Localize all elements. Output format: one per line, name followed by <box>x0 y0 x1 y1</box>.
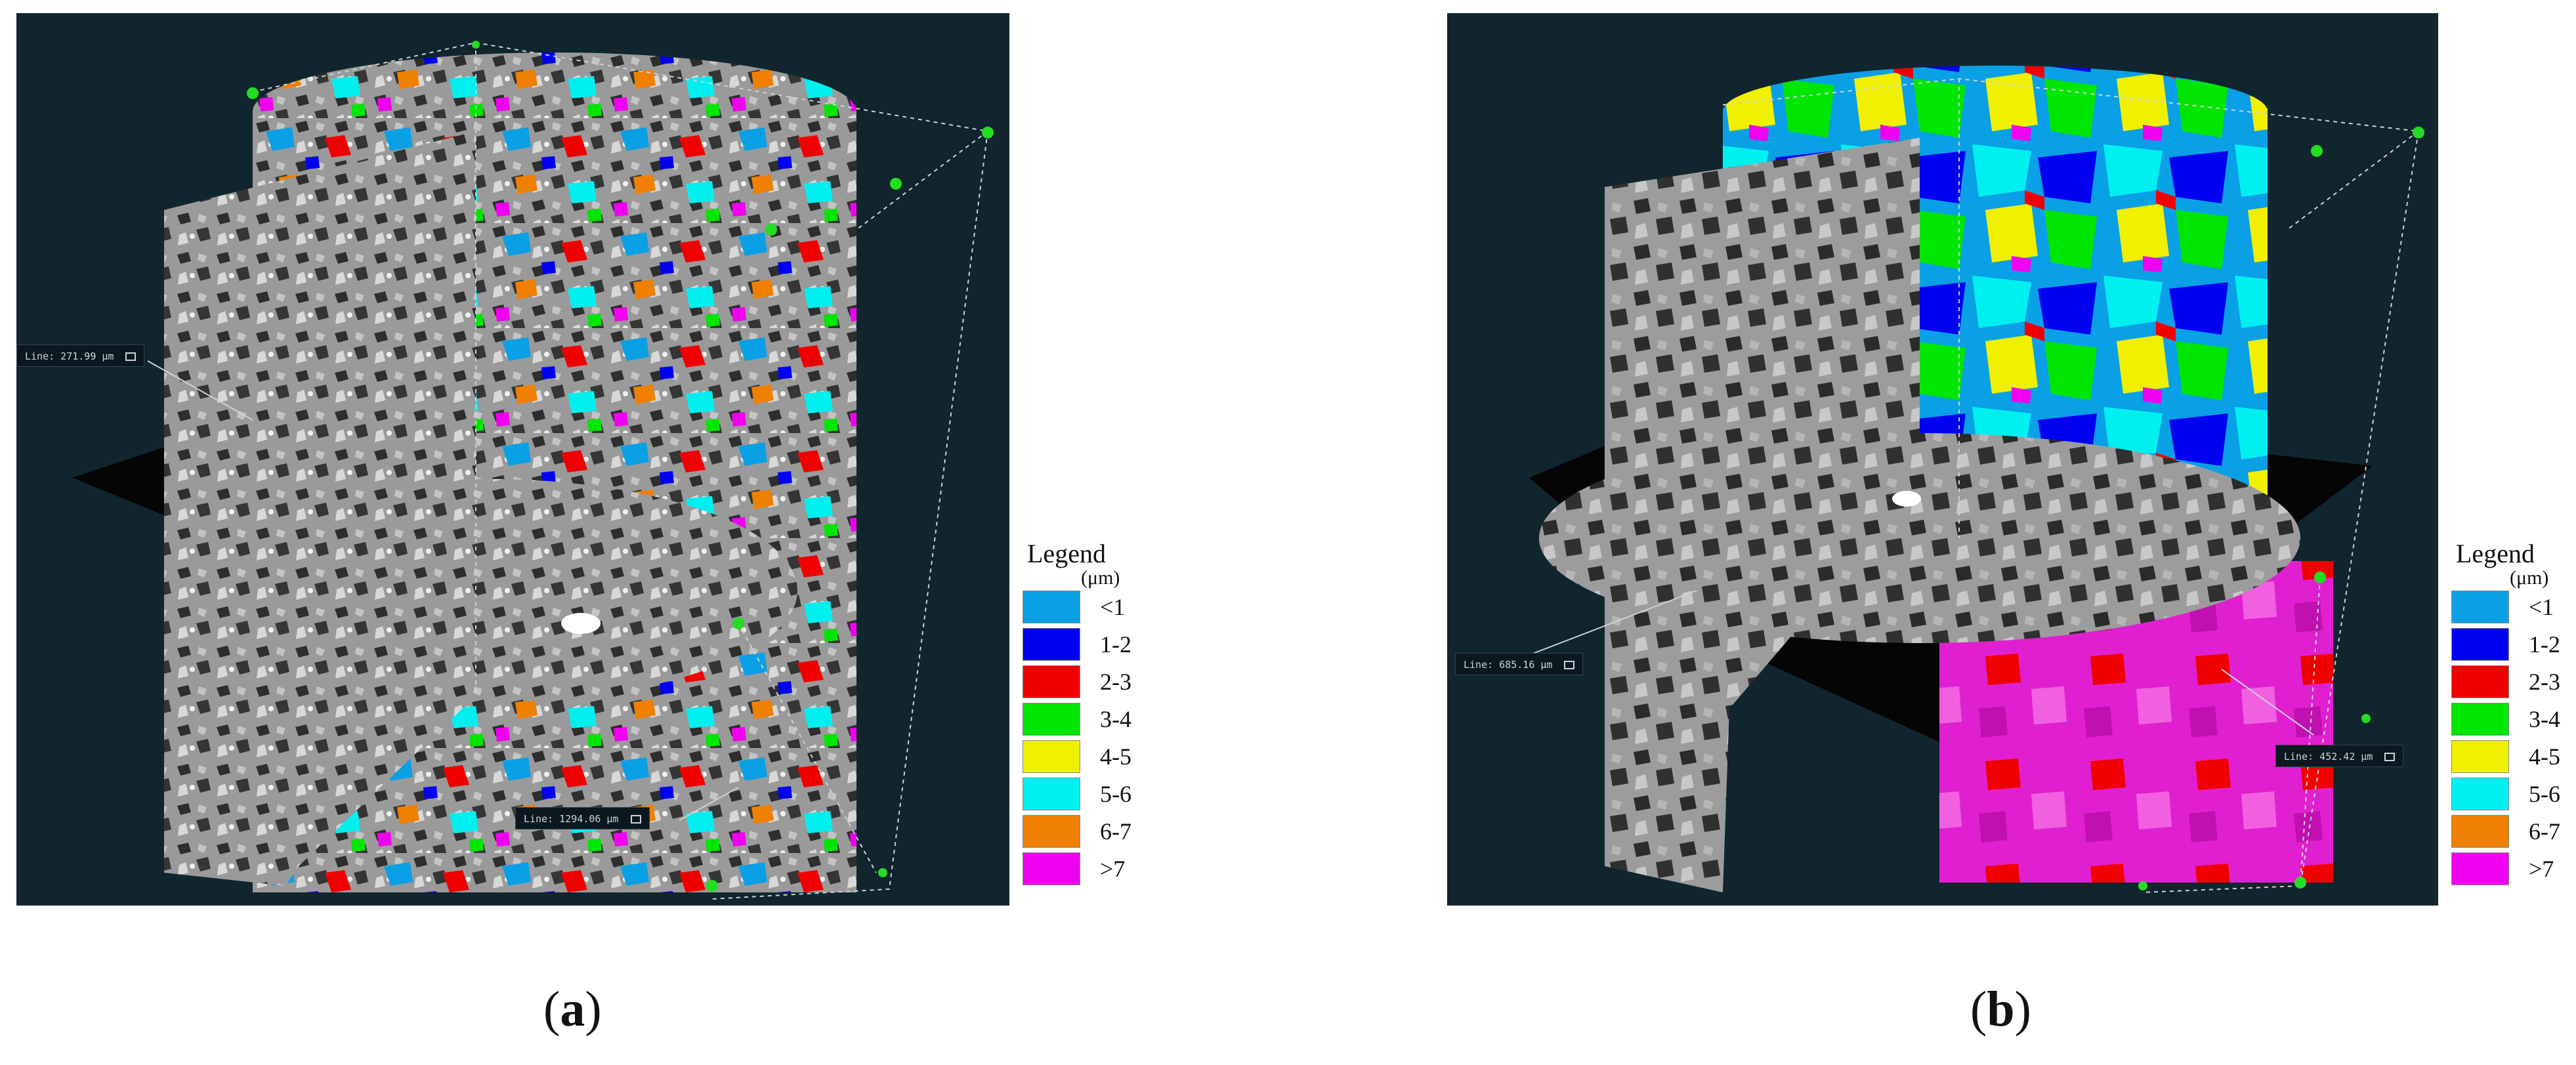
panel-b: Line: 685.16 μm Line: 452.42 μm Legend (… <box>1286 0 2576 1065</box>
window-icon[interactable] <box>630 815 641 824</box>
window-icon[interactable] <box>1564 661 1575 669</box>
legend-swatch <box>2451 628 2509 661</box>
legend-title: Legend <box>1027 539 1106 568</box>
legend-swatch <box>1023 628 1080 661</box>
legend-swatch <box>2451 665 2509 698</box>
legend-unit: (μm) <box>1081 567 1120 589</box>
measurement-label: Line: 685.16 μm <box>1455 653 1584 675</box>
measurement-label: Line: 271.99 μm <box>16 345 145 367</box>
legend-swatch <box>1023 815 1080 848</box>
legend-unit: (μm) <box>2510 567 2549 589</box>
legend-b: Legend (μm) <1 1-2 2-3 3-4 4-5 5-6 6-7 >… <box>2449 538 2567 906</box>
viewport-b[interactable]: Line: 685.16 μm Line: 452.42 μm <box>1447 13 2438 906</box>
legend-swatch <box>1023 591 1080 623</box>
window-icon[interactable] <box>125 352 137 361</box>
volume-render-a <box>72 41 994 900</box>
volume-render-b <box>1525 66 2424 893</box>
window-icon[interactable] <box>2384 753 2396 761</box>
cylinder-top-a <box>253 52 856 171</box>
legend-swatch <box>1023 740 1080 773</box>
panel-a: Line: 271.99 μm Line: 1294.06 μm Legend … <box>0 0 1286 1065</box>
legend-swatch <box>2451 740 2509 773</box>
caption-b: (b) <box>1970 982 2031 1037</box>
cylinder-top-b <box>1723 66 2268 157</box>
legend-swatch <box>2451 815 2509 848</box>
disc-slice-a <box>180 479 797 702</box>
legend-swatch <box>2451 778 2509 810</box>
legend-swatch <box>2451 591 2509 623</box>
caption-a: (a) <box>543 982 602 1037</box>
legend-swatch <box>1023 665 1080 698</box>
disc-slice-b <box>1539 433 2300 643</box>
measurement-label: Line: 1294.06 μm <box>515 807 650 829</box>
legend-swatch <box>1023 852 1080 885</box>
legend-swatch <box>1023 703 1080 736</box>
viewport-a[interactable]: Line: 271.99 μm Line: 1294.06 μm <box>16 13 1009 906</box>
legend-swatch <box>2451 852 2509 885</box>
measurement-label: Line: 452.42 μm <box>2275 745 2404 767</box>
legend-a: Legend (μm) <1 1-2 2-3 3-4 4-5 5-6 6-7 >… <box>1021 538 1139 906</box>
legend-title: Legend <box>2456 539 2535 568</box>
legend-swatch <box>1023 778 1080 810</box>
legend-swatch <box>2451 703 2509 736</box>
